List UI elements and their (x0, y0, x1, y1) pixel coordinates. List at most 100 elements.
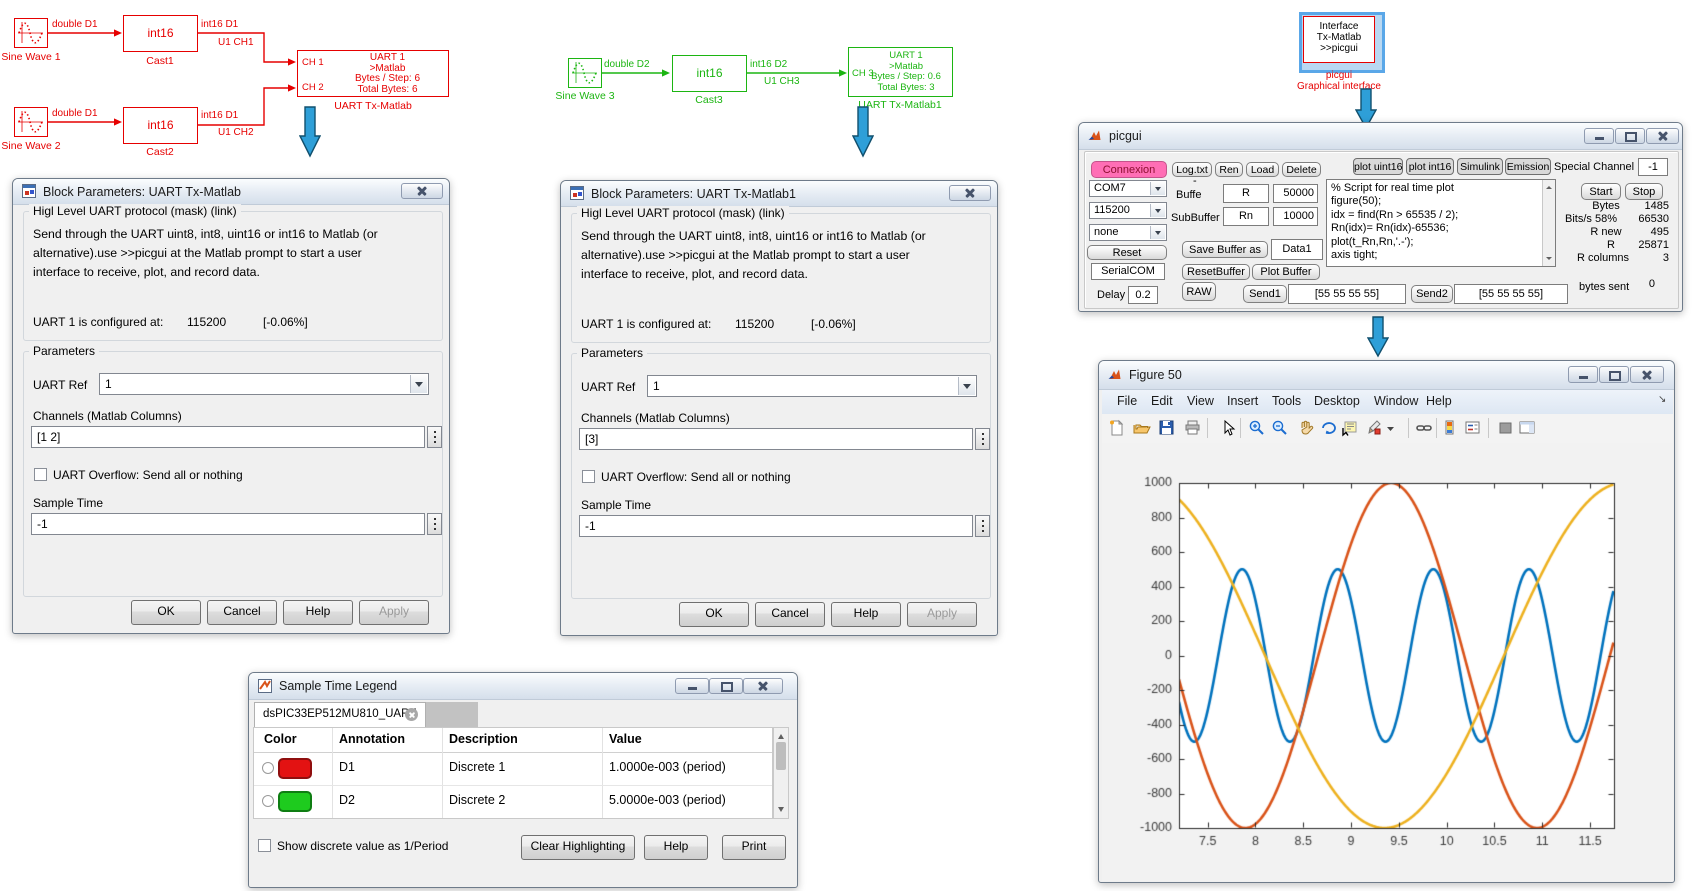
menu-file[interactable]: File (1117, 394, 1137, 408)
table-row[interactable]: D1 Discrete 1 1.0000e-003 (period) (254, 752, 772, 786)
edit-field-button[interactable] (427, 426, 442, 448)
print-button[interactable]: Print (722, 835, 786, 860)
dialog-titlebar[interactable]: Block Parameters: UART Tx-Matlab (13, 179, 449, 205)
data-cursor-icon[interactable] (1341, 419, 1359, 437)
maximize-button[interactable] (1615, 128, 1645, 144)
insert-legend-icon[interactable] (1464, 419, 1482, 437)
cast2-block[interactable]: int16 (123, 107, 198, 144)
close-button[interactable] (743, 678, 783, 694)
minimize-button[interactable] (675, 678, 709, 694)
uart-tx-matlab1-block[interactable]: CH 3 UART 1 >Matlab Bytes / Step: 0.6 To… (848, 47, 953, 97)
show-plot-tools-icon[interactable] (1518, 419, 1536, 437)
menu-insert[interactable]: Insert (1227, 394, 1258, 408)
pan-hand-icon[interactable] (1297, 419, 1315, 437)
clear-highlighting-button[interactable]: Clear Highlighting (521, 835, 635, 860)
start-button[interactable]: Start (1581, 183, 1621, 200)
apply-button[interactable]: Apply (359, 600, 429, 625)
chevron-down-icon[interactable] (1150, 204, 1165, 217)
maximize-button[interactable] (709, 678, 743, 694)
send1-input[interactable]: [55 55 55 55] (1288, 284, 1406, 304)
close-button[interactable] (1630, 366, 1664, 383)
menu-view[interactable]: View (1187, 394, 1214, 408)
serialcom-field[interactable]: SerialCOM (1091, 263, 1165, 280)
plot-int16-button[interactable]: plot int16 (1406, 158, 1454, 175)
scroll-down-icon[interactable] (778, 807, 784, 815)
script-editor[interactable]: % Script for real time plot figure(50); … (1326, 179, 1556, 267)
sine-wave-2-block[interactable] (14, 107, 48, 137)
window-titlebar[interactable]: Figure 50 (1099, 361, 1674, 390)
subbuffer-size-input[interactable]: 10000 (1273, 207, 1318, 226)
chevron-down-icon[interactable] (1150, 182, 1165, 195)
scroll-up-icon[interactable] (778, 731, 784, 739)
menu-edit[interactable]: Edit (1151, 394, 1173, 408)
dock-figure-icon[interactable]: ↘ (1658, 394, 1666, 405)
zoom-in-icon[interactable] (1248, 419, 1266, 437)
special-channel-input[interactable]: -1 (1638, 158, 1668, 176)
brush-dropdown-icon[interactable] (1386, 419, 1396, 437)
channels-input[interactable]: [1 2] (31, 426, 425, 448)
plot-uint16-button[interactable]: plot uint16 (1353, 158, 1403, 175)
save-icon[interactable] (1158, 419, 1176, 437)
window-titlebar[interactable]: Sample Time Legend (249, 673, 797, 700)
dialog-titlebar[interactable]: Block Parameters: UART Tx-Matlab1 (561, 181, 997, 207)
rotate-3d-icon[interactable] (1320, 419, 1338, 437)
column-header[interactable]: Color (264, 732, 297, 746)
cast3-block[interactable]: int16 (672, 55, 747, 92)
sine-wave-3-block[interactable] (568, 58, 602, 88)
help-button[interactable]: Help (283, 600, 353, 625)
channels-input[interactable]: [3] (579, 428, 973, 450)
delay-input[interactable]: 0.2 (1128, 286, 1158, 304)
uart-ref-dropdown[interactable]: 1 (647, 375, 977, 397)
brush-icon[interactable] (1365, 419, 1383, 437)
show-discrete-checkbox[interactable] (258, 839, 271, 852)
close-button[interactable] (401, 183, 443, 199)
logtxt-button[interactable]: Log.txt (1172, 162, 1212, 177)
new-figure-icon[interactable] (1108, 419, 1126, 437)
uart-ref-dropdown[interactable]: 1 (99, 373, 429, 395)
reset-button[interactable]: Reset (1087, 245, 1167, 260)
open-file-icon[interactable] (1133, 419, 1151, 437)
ren-button[interactable]: Ren (1215, 162, 1243, 177)
figure-axes-canvas[interactable] (1102, 443, 1673, 881)
data-name-input[interactable]: Data1 (1271, 239, 1323, 260)
cast1-block[interactable]: int16 (123, 15, 198, 52)
reset-buffer-button[interactable]: ResetBuffer (1182, 264, 1250, 280)
maximize-button[interactable] (1599, 366, 1629, 383)
send1-button[interactable]: Send1 (1243, 285, 1287, 303)
uart-tx-matlab-block[interactable]: CH 1 CH 2 UART 1 >Matlab Bytes / Step: 6… (297, 50, 449, 97)
row-radio[interactable] (262, 795, 274, 807)
com-port-dropdown[interactable]: COM7 (1089, 180, 1167, 197)
menu-desktop[interactable]: Desktop (1314, 394, 1360, 408)
edit-cursor-icon[interactable] (1219, 419, 1237, 437)
scroll-up-icon[interactable] (1546, 183, 1552, 189)
close-button[interactable] (1646, 128, 1679, 144)
column-header[interactable]: Value (609, 732, 642, 746)
chevron-down-icon[interactable] (410, 375, 427, 393)
link-plot-icon[interactable] (1415, 419, 1433, 437)
minimize-button[interactable] (1584, 128, 1614, 144)
overflow-checkbox[interactable] (34, 468, 47, 481)
edit-field-button[interactable] (975, 515, 990, 537)
stop-button[interactable]: Stop (1625, 183, 1663, 200)
scroll-down-icon[interactable] (1546, 257, 1552, 263)
window-titlebar[interactable]: picgui (1079, 123, 1682, 150)
overflow-checkbox[interactable] (582, 470, 595, 483)
save-buffer-as-button[interactable]: Save Buffer as (1182, 241, 1268, 258)
edit-field-button[interactable] (427, 513, 442, 535)
raw-button[interactable]: RAW (1182, 282, 1216, 301)
row-radio[interactable] (262, 762, 274, 774)
buffer-size-input[interactable]: 50000 (1273, 184, 1318, 203)
plot-buffer-button[interactable]: Plot Buffer (1252, 264, 1320, 280)
connexion-button[interactable]: Connexion (1091, 161, 1167, 178)
subbuffer-name-input[interactable]: Rn (1223, 207, 1269, 226)
menu-window[interactable]: Window (1374, 394, 1418, 408)
column-header[interactable]: Description (449, 732, 518, 746)
ok-button[interactable]: OK (679, 602, 749, 627)
ok-button[interactable]: OK (131, 600, 201, 625)
emission-button[interactable]: Emission (1505, 158, 1551, 175)
table-row[interactable]: D2 Discrete 2 5.0000e-003 (period) (254, 785, 772, 818)
parity-dropdown[interactable]: none (1089, 224, 1167, 241)
interface-block[interactable]: Interface Tx-Matlab >>picgui (1299, 12, 1385, 73)
close-button[interactable] (949, 185, 991, 201)
buffer-name-input[interactable]: R (1223, 184, 1269, 203)
